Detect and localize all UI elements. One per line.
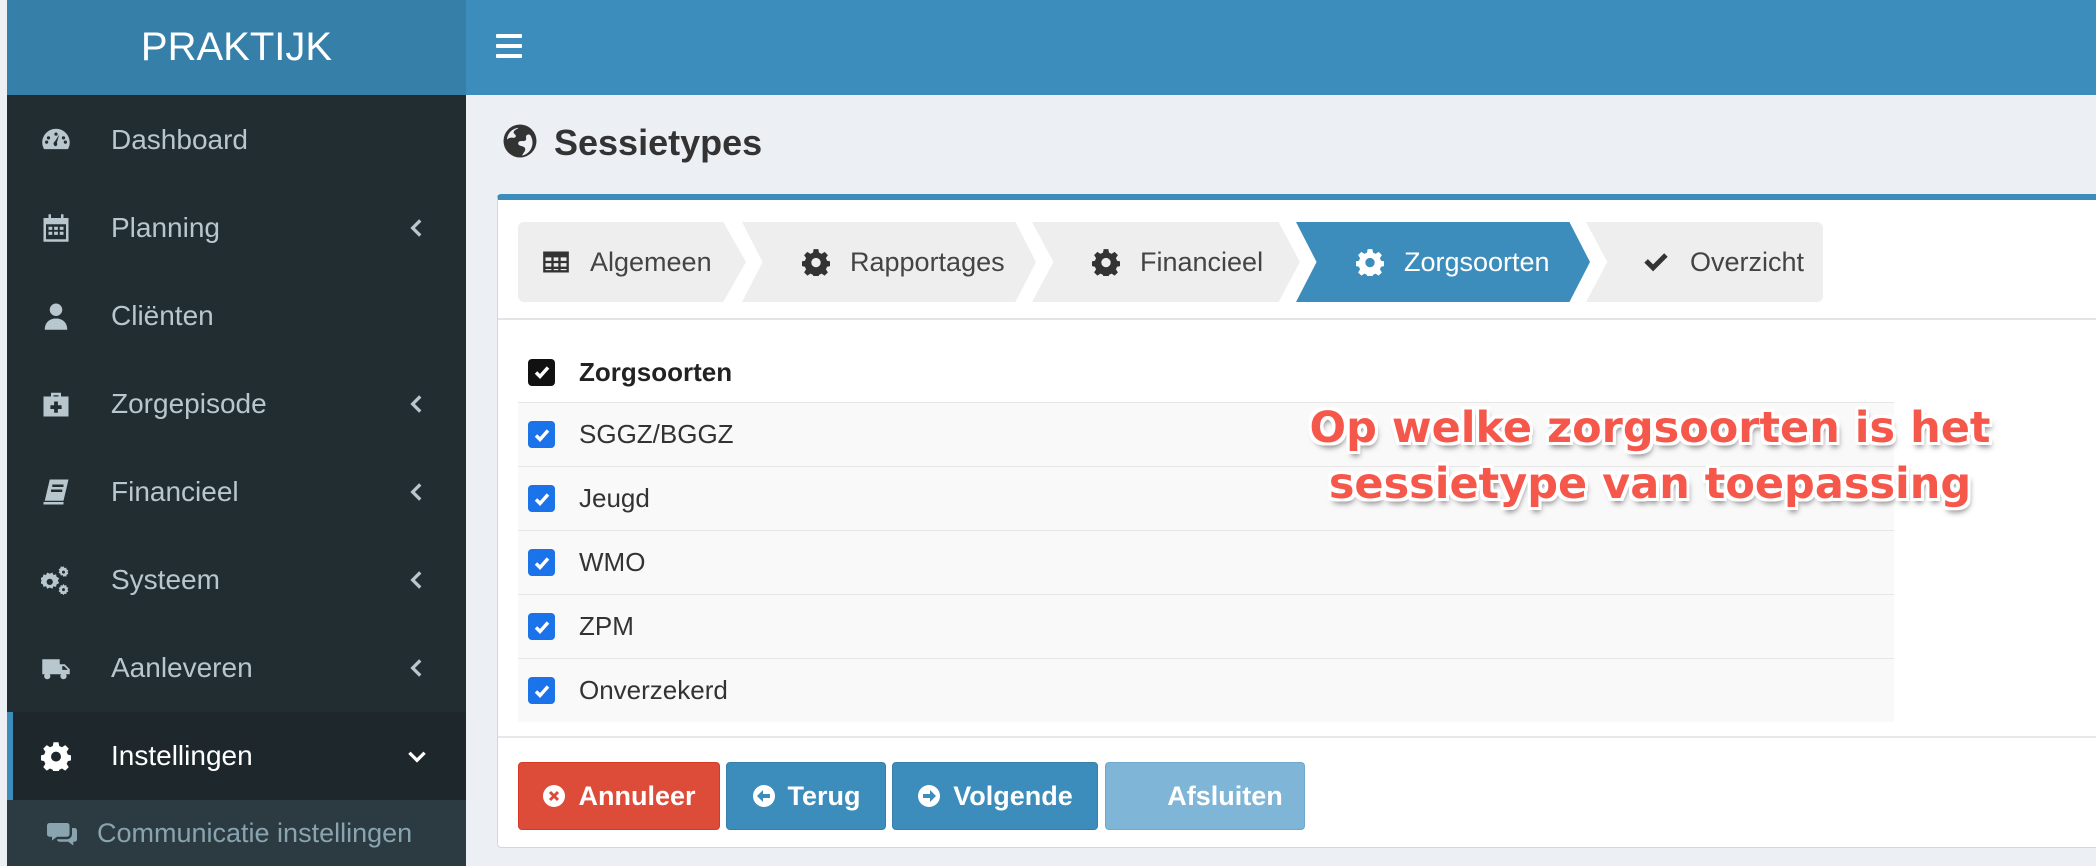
window-edge xyxy=(0,0,7,866)
gear-icon xyxy=(1356,248,1384,278)
sidebar-item-clienten[interactable]: Cliënten xyxy=(7,272,466,360)
calendar-icon xyxy=(41,213,71,243)
sidebar-item-zorgepisode[interactable]: Zorgepisode xyxy=(7,360,466,448)
button-label: Annuleer xyxy=(578,780,696,811)
hamburger-menu-icon[interactable] xyxy=(496,34,522,58)
chevron-left-icon xyxy=(404,655,430,681)
truck-icon xyxy=(41,653,71,683)
sidebar: PRAKTIJK Dashboard Planning Cliënten Zor… xyxy=(0,0,466,866)
button-label: Volgende xyxy=(953,780,1073,811)
book-icon xyxy=(41,477,71,507)
check-icon xyxy=(1642,248,1670,276)
arrow-circle-right-icon xyxy=(917,784,941,808)
sidebar-item-financieel[interactable]: Financieel xyxy=(7,448,466,536)
button-label: Terug xyxy=(787,780,861,811)
chevron-left-icon xyxy=(404,567,430,593)
checkbox-label: ZPM xyxy=(579,611,634,641)
medkit-icon xyxy=(41,389,71,419)
list-item: Onverzekerd xyxy=(518,658,1894,722)
zorgsoorten-checklist: Zorgsoorten SGGZ/BGGZ Jeugd WMO ZPM Onve… xyxy=(518,342,1894,722)
list-item: WMO xyxy=(518,530,1894,594)
arrow-circle-left-icon xyxy=(752,784,776,808)
gear-icon xyxy=(1092,248,1120,278)
checkbox-wmo[interactable] xyxy=(528,549,555,576)
checkbox-label: WMO xyxy=(579,547,646,577)
sidebar-subitem-communicatie[interactable]: Communicatie instellingen xyxy=(7,800,466,866)
gear-icon xyxy=(802,248,830,278)
cancel-button[interactable]: Annuleer xyxy=(518,762,720,830)
sidebar-item-label: Aanleveren xyxy=(111,652,253,683)
wizard-step-overzicht[interactable]: Overzicht xyxy=(1586,222,1823,302)
chevron-down-icon xyxy=(404,743,430,769)
chevron-left-icon xyxy=(404,391,430,417)
checkbox-jeugd[interactable] xyxy=(528,485,555,512)
chevron-left-icon xyxy=(404,479,430,505)
list-item: ZPM xyxy=(518,594,1894,658)
divider xyxy=(498,736,2096,738)
times-circle-icon xyxy=(542,784,566,808)
wizard-step-label: Financieel xyxy=(1140,246,1264,277)
checkbox-sggz-bggz[interactable] xyxy=(528,421,555,448)
sidebar-item-systeem[interactable]: Systeem xyxy=(7,536,466,624)
sidebar-item-label: Financieel xyxy=(111,476,239,507)
sidebar-item-instellingen[interactable]: Instellingen xyxy=(7,712,466,800)
dashboard-icon xyxy=(41,125,71,155)
checklist-header-label: Zorgsoorten xyxy=(579,356,733,387)
annotation-line: Op welke zorgsoorten is het xyxy=(1309,403,1991,453)
app-logo[interactable]: PRAKTIJK xyxy=(7,0,466,95)
sidebar-item-label: Cliënten xyxy=(111,300,214,331)
sidebar-item-aanleveren[interactable]: Aanleveren xyxy=(7,624,466,712)
sidebar-nav: Dashboard Planning Cliënten Zorgepisode xyxy=(7,96,466,866)
divider xyxy=(498,318,2096,320)
annotation-line: sessietype van toepassing xyxy=(1328,459,1972,509)
wizard-step-financieel[interactable]: Financieel xyxy=(1032,222,1300,302)
wizard-step-rapportages[interactable]: Rapportages xyxy=(742,222,1036,302)
wizard-box: Algemeen Rapportages Financieel Zorgsoor… xyxy=(497,194,2096,848)
button-label: Afsluiten xyxy=(1167,780,1283,811)
checkbox-onverzekerd[interactable] xyxy=(528,677,555,704)
chevron-left-icon xyxy=(404,215,430,241)
top-navbar xyxy=(466,0,2096,95)
sidebar-item-label: Planning xyxy=(111,212,220,243)
sidebar-item-planning[interactable]: Planning xyxy=(7,184,466,272)
select-all-checkbox[interactable] xyxy=(528,358,555,386)
gears-icon xyxy=(41,565,71,595)
wizard-step-algemeen[interactable]: Algemeen xyxy=(518,222,746,302)
checkbox-zpm[interactable] xyxy=(528,613,555,640)
wizard-step-label: Zorgsoorten xyxy=(1404,246,1550,277)
wizard-step-label: Algemeen xyxy=(590,246,712,277)
checklist-header: Zorgsoorten xyxy=(518,342,1894,402)
wizard-step-zorgsoorten[interactable]: Zorgsoorten xyxy=(1296,222,1590,302)
sidebar-item-label: Dashboard xyxy=(111,124,248,155)
next-button[interactable]: Volgende xyxy=(892,762,1098,830)
checkbox-label: Jeugd xyxy=(579,483,650,513)
checkbox-label: Onverzekerd xyxy=(579,675,728,705)
page-title: Sessietypes xyxy=(554,122,763,163)
sidebar-item-label: Instellingen xyxy=(111,740,253,771)
user-icon xyxy=(41,301,71,331)
table-icon xyxy=(542,248,570,276)
sidebar-subitem-label: Communicatie instellingen xyxy=(97,817,413,848)
checkbox-label: SGGZ/BGGZ xyxy=(579,419,734,449)
finish-button[interactable]: Afsluiten xyxy=(1105,762,1305,830)
gear-icon xyxy=(41,741,71,771)
sidebar-item-dashboard[interactable]: Dashboard xyxy=(7,96,466,184)
wizard-step-label: Overzicht xyxy=(1690,246,1805,277)
sidebar-item-label: Systeem xyxy=(111,564,220,595)
globe-icon xyxy=(502,123,538,164)
sidebar-item-label: Zorgepisode xyxy=(111,388,267,419)
back-button[interactable]: Terug xyxy=(726,762,886,830)
wizard-step-label: Rapportages xyxy=(850,246,1005,277)
annotation-callout: Op welke zorgsoorten is het sessietype v… xyxy=(1300,400,2000,512)
comments-icon xyxy=(47,818,77,848)
page-header: Sessietypes xyxy=(502,122,762,164)
